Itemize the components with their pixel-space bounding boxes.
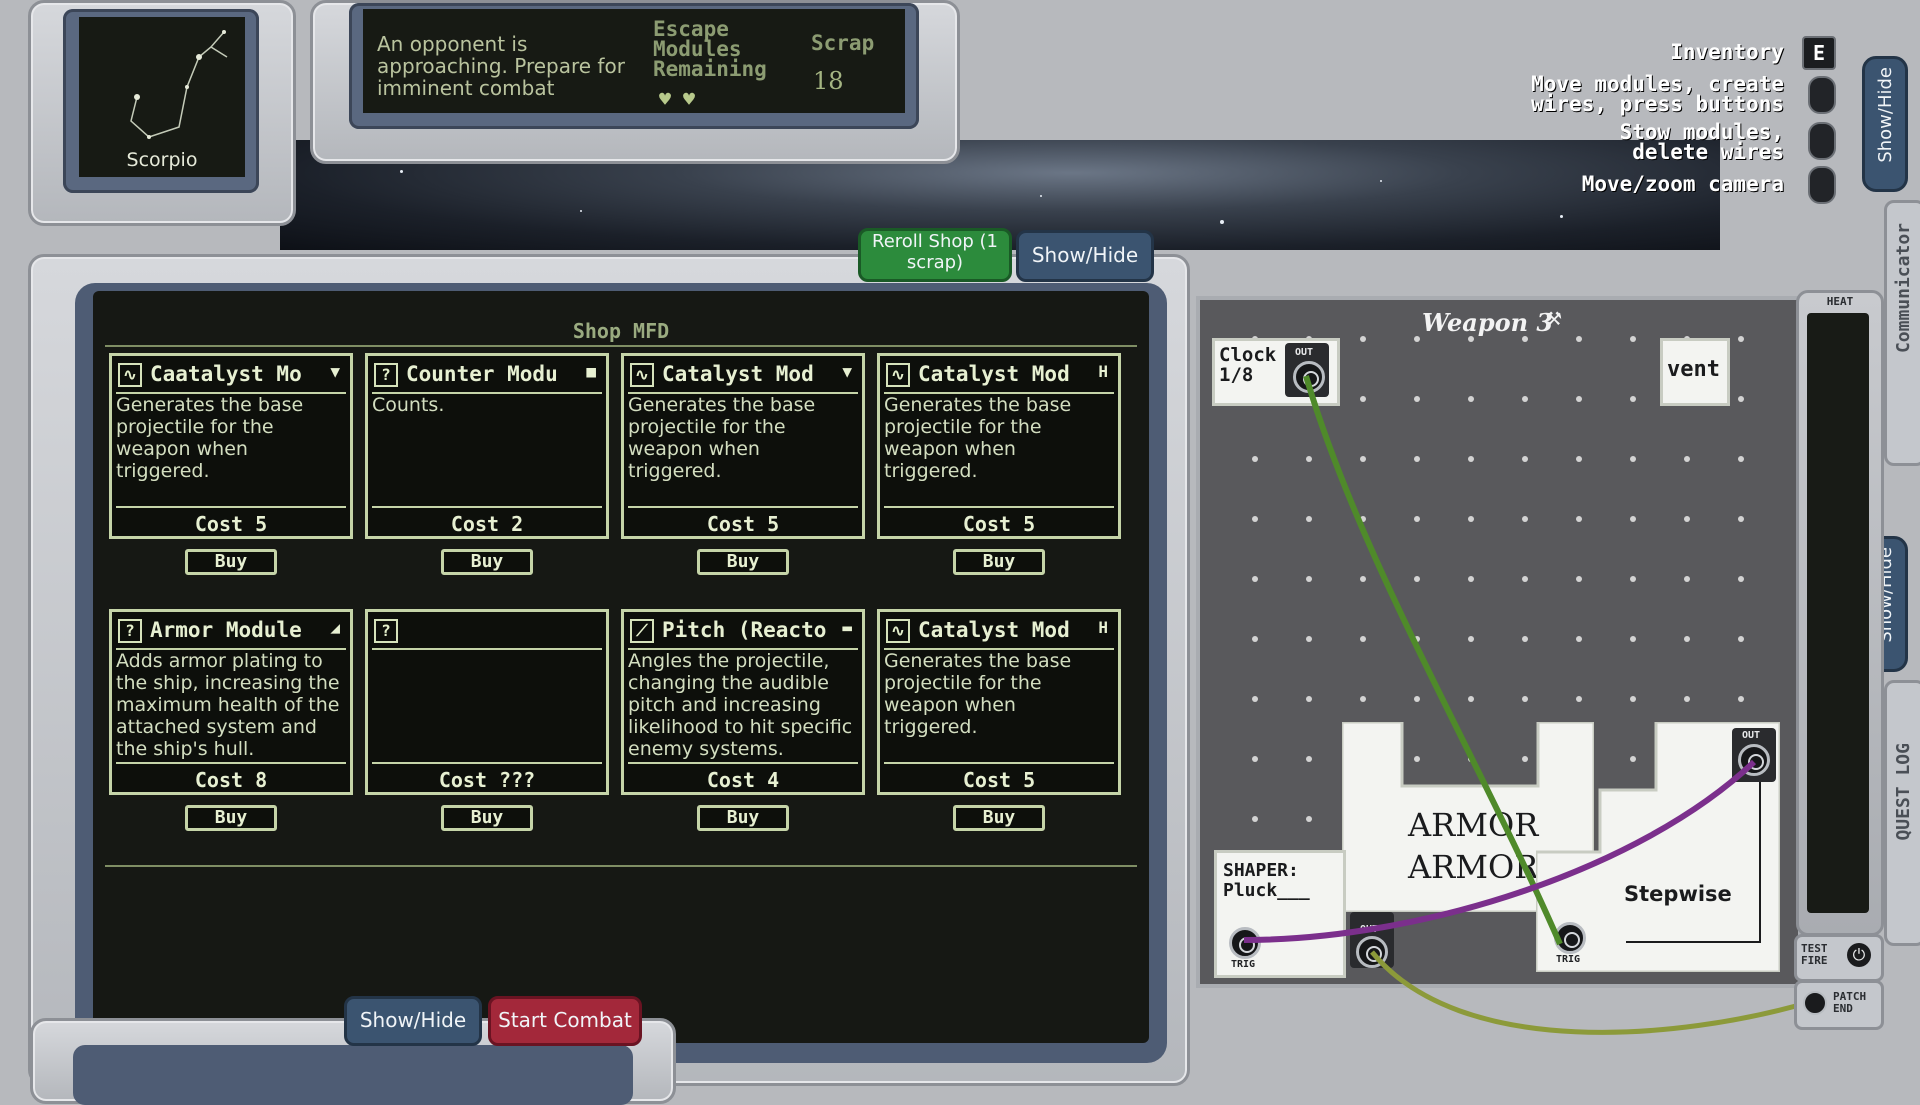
patch-end-port[interactable] — [1803, 991, 1827, 1015]
wire-layer — [1243, 375, 1811, 1035]
heat-gauge — [1807, 313, 1869, 913]
patch-end-control[interactable]: PATCH END — [1794, 980, 1884, 1030]
olive-wire — [1370, 950, 1811, 1035]
heat-label: HEAT — [1826, 295, 1854, 308]
heat-panel: HEAT — [1796, 290, 1884, 936]
purple-wire — [1243, 759, 1757, 943]
power-icon[interactable]: ⏻ — [1847, 943, 1871, 967]
green-wire — [1303, 375, 1563, 946]
test-fire-control[interactable]: TEST FIRE ⏻ — [1794, 934, 1884, 982]
